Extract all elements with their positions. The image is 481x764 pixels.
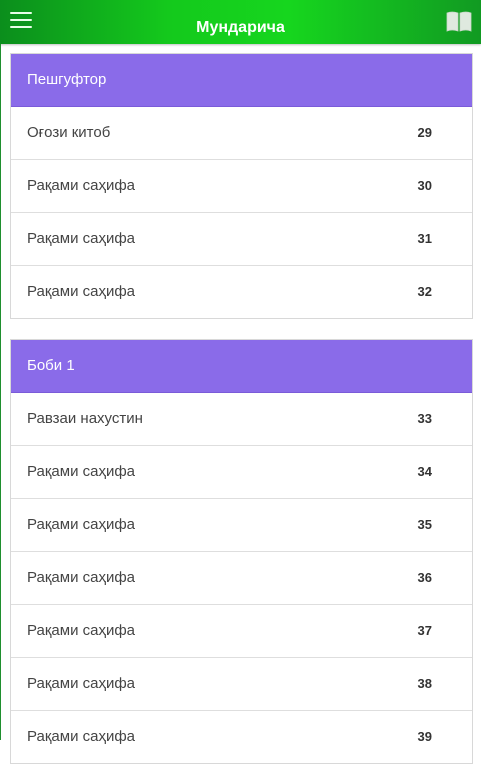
list-item-label: Рақами саҳифа — [27, 675, 136, 692]
list-item-label: Оғози китоб — [27, 124, 111, 141]
list-item[interactable]: Рақами саҳифа 37 — [11, 605, 472, 658]
toc-section-preface: Пешгуфтор Оғози китоб 29 Рақами саҳифа 3… — [10, 53, 473, 319]
list-item-label: Рақами саҳифа — [27, 463, 136, 480]
page-number: 34 — [417, 464, 432, 479]
list-item[interactable]: Рақами саҳифа 34 — [11, 446, 472, 499]
list-item-label: Равзаи нахустин — [27, 410, 143, 427]
section-header[interactable]: Пешгуфтор — [11, 54, 472, 107]
list-item-label: Рақами саҳифа — [27, 230, 136, 247]
list-item[interactable]: Рақами саҳифа 39 — [11, 711, 472, 763]
list-item[interactable]: Рақами саҳифа 36 — [11, 552, 472, 605]
page-number: 31 — [417, 231, 432, 246]
list-item[interactable]: Оғози китоб 29 — [11, 107, 472, 160]
page-number: 29 — [417, 125, 432, 140]
page-number: 37 — [417, 623, 432, 638]
list-item-label: Рақами саҳифа — [27, 177, 136, 194]
list-item-label: Рақами саҳифа — [27, 283, 136, 300]
toc-section-chapter-1: Боби 1 Равзаи нахустин 33 Рақами саҳифа … — [10, 339, 473, 764]
open-book-icon[interactable] — [446, 10, 472, 32]
page-number: 38 — [417, 676, 432, 691]
section-header[interactable]: Боби 1 — [11, 340, 472, 393]
app-header: Мундарича — [0, 0, 481, 44]
list-item[interactable]: Рақами саҳифа 38 — [11, 658, 472, 711]
list-item[interactable]: Рақами саҳифа 35 — [11, 499, 472, 552]
list-item[interactable]: Равзаи нахустин 33 — [11, 393, 472, 446]
page-number: 39 — [417, 729, 432, 744]
page-title: Мундарича — [196, 19, 285, 36]
page-number: 30 — [417, 178, 432, 193]
page-number: 36 — [417, 570, 432, 585]
page-number: 33 — [417, 411, 432, 426]
list-item[interactable]: Рақами саҳифа 31 — [11, 213, 472, 266]
list-item[interactable]: Рақами саҳифа 32 — [11, 266, 472, 318]
list-item-label: Рақами саҳифа — [27, 728, 136, 745]
list-item[interactable]: Рақами саҳифа 30 — [11, 160, 472, 213]
list-item-label: Рақами саҳифа — [27, 569, 136, 586]
page-number: 35 — [417, 517, 432, 532]
table-of-contents: Пешгуфтор Оғози китоб 29 Рақами саҳифа 3… — [0, 44, 481, 764]
list-item-label: Рақами саҳифа — [27, 622, 136, 639]
list-item-label: Рақами саҳифа — [27, 516, 136, 533]
page-number: 32 — [417, 284, 432, 299]
